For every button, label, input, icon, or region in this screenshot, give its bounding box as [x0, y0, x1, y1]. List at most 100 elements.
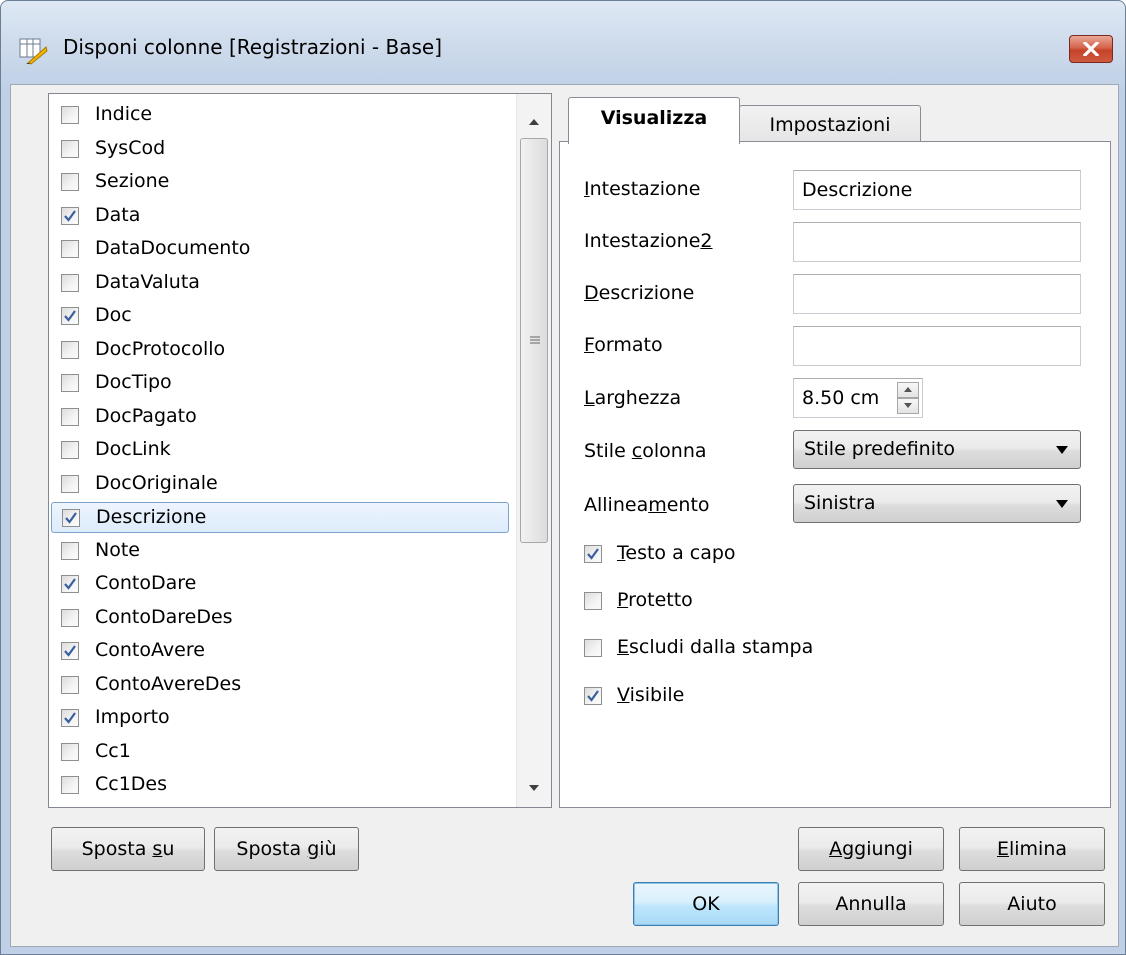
label-accel: A	[829, 838, 843, 860]
checkbox-box[interactable]	[61, 474, 79, 493]
larghezza-spinner[interactable]: 8.50 cm	[793, 378, 923, 418]
allineamento-value: Sinistra	[804, 492, 876, 514]
spin-up-button[interactable]	[897, 382, 919, 398]
formato-input[interactable]	[793, 326, 1081, 366]
close-button[interactable]	[1069, 35, 1113, 63]
label-part: olonna	[642, 440, 707, 462]
vertical-scrollbar[interactable]	[516, 94, 551, 807]
checkbox-box[interactable]	[61, 206, 79, 225]
list-item-label: Data	[95, 203, 141, 226]
label-part: Stile	[584, 440, 632, 462]
checkbox-box[interactable]	[61, 273, 79, 292]
intestazione-input[interactable]	[793, 170, 1081, 210]
checkbox-box[interactable]	[61, 675, 79, 694]
list-item[interactable]: DocOriginale	[51, 469, 509, 500]
checkbox-box[interactable]	[61, 776, 79, 794]
label-part: arghezza	[594, 387, 682, 409]
checkbox-box[interactable]	[61, 709, 79, 727]
label-part: ntestazione	[589, 178, 701, 200]
checkbox-box[interactable]	[61, 642, 79, 660]
list-item[interactable]: Indice	[51, 100, 509, 131]
label-accel: E	[617, 636, 630, 658]
dialog-client-area: Indice SysCod Sezione Data DataDocumento Data…	[10, 84, 1119, 947]
spin-down-button[interactable]	[897, 398, 919, 414]
checkbox-box[interactable]	[61, 541, 79, 560]
label-part: Sposta	[236, 838, 308, 860]
list-item[interactable]: SysCod	[51, 134, 509, 165]
scrollbar-grip-icon	[530, 336, 540, 344]
label-part: rotetto	[628, 589, 693, 611]
list-item[interactable]: Descrizione	[51, 502, 509, 533]
scroll-up-arrow-icon[interactable]	[528, 118, 540, 126]
list-item[interactable]: Note	[51, 536, 509, 567]
list-item[interactable]: DocTipo	[51, 368, 509, 399]
intestazione2-input[interactable]	[793, 222, 1081, 262]
checkbox-box[interactable]	[584, 687, 602, 705]
list-item[interactable]: Cc1	[51, 737, 509, 768]
checkbox-box[interactable]	[61, 374, 79, 392]
scrollbar-thumb[interactable]	[520, 138, 548, 543]
checkbox-box[interactable]	[62, 509, 80, 527]
check-mark-icon	[64, 712, 76, 724]
list-item-label: Cc1Des	[95, 773, 168, 795]
tab-visualizza[interactable]: Visualizza	[568, 97, 740, 144]
ok-button[interactable]: OK	[633, 882, 779, 926]
list-item[interactable]: DocPagato	[51, 402, 509, 433]
checkbox-box[interactable]	[61, 340, 79, 359]
label-part: iù	[319, 838, 337, 860]
list-item-label: ContoDare	[95, 572, 197, 594]
sposta-giu-button[interactable]: Sposta giù	[214, 827, 359, 871]
checkbox-box[interactable]	[61, 307, 79, 325]
checkbox-box[interactable]	[61, 173, 79, 191]
checkbox-box[interactable]	[61, 139, 79, 158]
checkbox-box[interactable]	[584, 639, 602, 657]
descrizione-input[interactable]	[793, 274, 1081, 314]
list-item[interactable]: Doc	[51, 301, 509, 332]
list-item[interactable]: DataValuta	[51, 268, 509, 299]
list-item[interactable]: Data	[51, 201, 509, 232]
tab-impostazioni[interactable]: Impostazioni	[739, 105, 921, 145]
list-item[interactable]: ContoAvereDes	[51, 670, 509, 701]
checkbox-box[interactable]	[61, 608, 79, 627]
allineamento-select[interactable]: Sinistra	[793, 484, 1081, 523]
checkbox-box[interactable]	[61, 575, 79, 593]
label-part: limina	[1008, 838, 1068, 860]
list-item-label: DataDocumento	[95, 237, 251, 259]
sposta-su-button[interactable]: Sposta su	[51, 827, 205, 871]
annulla-button[interactable]: Annulla	[798, 882, 944, 926]
spinner-buttons	[897, 382, 919, 414]
checkbox-box[interactable]	[584, 592, 602, 610]
list-item[interactable]: Cc1Des	[51, 770, 509, 801]
label-accel: F	[584, 334, 595, 356]
label-accel: c	[631, 440, 643, 462]
list-item[interactable]: ContoDareDes	[51, 603, 509, 634]
check-mark-icon	[587, 690, 599, 702]
elimina-button[interactable]: Elimina	[959, 827, 1105, 871]
stile-colonna-select[interactable]: Stile predefinito	[793, 430, 1081, 469]
list-item[interactable]: ContoAvere	[51, 636, 509, 667]
list-item[interactable]: Sezione	[51, 167, 509, 198]
stile-colonna-value: Stile predefinito	[804, 438, 956, 460]
larghezza-value[interactable]: 8.50 cm	[802, 387, 879, 409]
list-item[interactable]: DocLink	[51, 435, 509, 466]
checkbox-box[interactable]	[584, 545, 602, 563]
aggiungi-button[interactable]: Aggiungi	[798, 827, 944, 871]
checkbox-box[interactable]	[61, 407, 79, 426]
list-item[interactable]: ContoDare	[51, 569, 509, 600]
list-item[interactable]: DocProtocollo	[51, 335, 509, 366]
check-mark-icon	[64, 645, 76, 657]
aiuto-button[interactable]: Aiuto	[959, 882, 1105, 926]
list-item[interactable]: Importo	[51, 703, 509, 734]
checkbox-box[interactable]	[61, 240, 79, 258]
label-accel: 2	[700, 230, 713, 252]
label-part: ormato	[594, 334, 663, 356]
checkbox-box[interactable]	[61, 742, 79, 761]
checkbox-box[interactable]	[61, 106, 79, 124]
list-item[interactable]: DataDocumento	[51, 234, 509, 265]
title-bar[interactable]: Disponi colonne [Registrazioni - Base]	[1, 1, 1125, 95]
scroll-down-arrow-icon[interactable]	[528, 784, 540, 792]
columns-listbox[interactable]: Indice SysCod Sezione Data DataDocumento Data…	[48, 93, 552, 808]
app-icon	[18, 37, 48, 65]
checkbox-box[interactable]	[61, 441, 79, 459]
list-item-label: DataValuta	[95, 270, 200, 293]
